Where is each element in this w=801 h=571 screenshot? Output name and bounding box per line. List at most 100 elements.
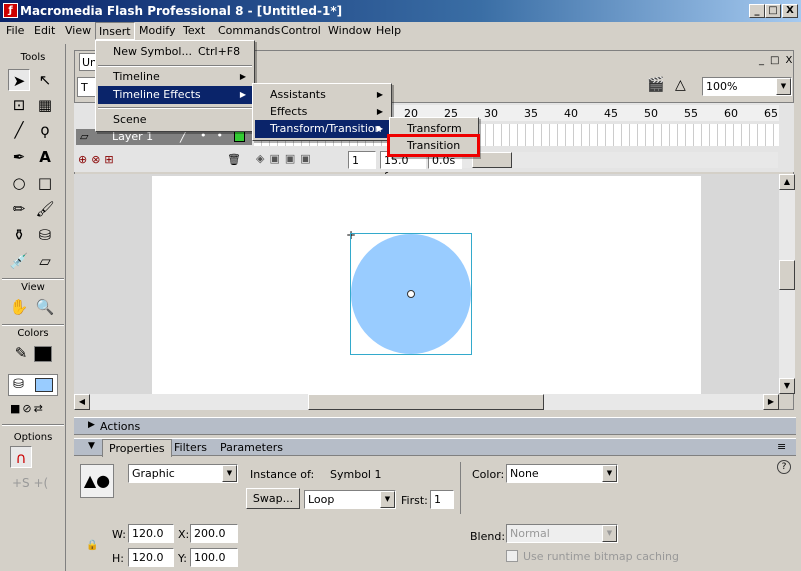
snap-magnet-icon[interactable]: ∩ bbox=[10, 446, 32, 468]
width-input[interactable]: 120.0 bbox=[128, 524, 174, 543]
rectangle-tool-icon[interactable]: □ bbox=[34, 172, 56, 194]
stroke-color-swatch[interactable] bbox=[34, 346, 52, 362]
maximize-button[interactable]: □ bbox=[765, 4, 781, 18]
menu-commands[interactable]: Commands bbox=[218, 24, 280, 37]
pen-tool-icon[interactable]: ✒ bbox=[8, 146, 30, 168]
x-input[interactable]: 200.0 bbox=[190, 524, 238, 543]
chevron-down-icon: ▼ bbox=[222, 465, 237, 482]
loop-select[interactable]: Loop ▼ bbox=[304, 490, 396, 509]
scene-tab[interactable]: T bbox=[77, 77, 97, 97]
blend-label: Blend: bbox=[470, 530, 506, 543]
color-effect-value: None bbox=[510, 467, 539, 480]
lasso-tool-icon[interactable]: ϙ bbox=[34, 119, 56, 141]
zoom-tool-icon[interactable]: 🔍 bbox=[34, 296, 56, 318]
submenu-arrow-icon: ▶ bbox=[376, 124, 383, 133]
height-label: H: bbox=[112, 552, 124, 565]
actions-panel-header[interactable]: ▶ Actions bbox=[74, 417, 796, 435]
x-label: X: bbox=[178, 528, 190, 541]
layer-outline-color[interactable] bbox=[234, 131, 245, 142]
title-bar: ƒ Macromedia Flash Professional 8 - [Unt… bbox=[0, 0, 801, 22]
menu-item-assistants[interactable]: Assistants ▶ bbox=[255, 86, 389, 104]
timeline-hscroll[interactable] bbox=[462, 152, 778, 168]
lock-icon[interactable]: 🔒 bbox=[86, 540, 98, 551]
scroll-up-icon[interactable]: ▲ bbox=[779, 174, 795, 190]
submenu-arrow-icon: ▶ bbox=[239, 90, 246, 99]
text-tool-icon[interactable]: A bbox=[34, 146, 56, 168]
ruler-tick: 45 bbox=[604, 107, 618, 120]
cache-checkbox[interactable] bbox=[506, 550, 518, 562]
scroll-left-icon[interactable]: ◀ bbox=[74, 394, 90, 410]
selection-tool-icon[interactable]: ➤ bbox=[8, 69, 30, 91]
current-frame: 1 bbox=[348, 151, 376, 169]
menu-item-effects[interactable]: Effects ▶ bbox=[255, 103, 389, 121]
tools-divider bbox=[2, 324, 64, 326]
tab-filters[interactable]: Filters bbox=[174, 441, 207, 454]
swap-button[interactable]: Swap... bbox=[246, 488, 300, 509]
menu-edit[interactable]: Edit bbox=[34, 24, 55, 37]
doc-window-controls[interactable]: _□X bbox=[759, 55, 798, 66]
first-frame-label: First: bbox=[401, 494, 428, 507]
menu-item-label: Assistants bbox=[270, 88, 326, 101]
menu-item-timeline[interactable]: Timeline ▶ bbox=[98, 68, 252, 86]
edit-symbols-icon[interactable]: △ bbox=[675, 77, 686, 93]
menu-item-label: Transform/Transition bbox=[270, 122, 382, 135]
menu-item-scene[interactable]: Scene bbox=[98, 111, 252, 129]
brush-tool-icon[interactable]: 🖌 bbox=[34, 198, 56, 220]
ruler-tick: 55 bbox=[684, 107, 698, 120]
scroll-thumb[interactable] bbox=[308, 394, 544, 410]
free-transform-tool-icon[interactable]: ⊡ bbox=[8, 94, 30, 116]
menu-text[interactable]: Text bbox=[183, 24, 205, 37]
help-icon[interactable]: ? bbox=[777, 460, 791, 474]
menu-item-timeline-effects[interactable]: Timeline Effects ▶ bbox=[98, 86, 252, 104]
pencil-tool-icon[interactable]: ✏ bbox=[8, 198, 30, 220]
stage-hscroll[interactable]: ◀ ▶ bbox=[74, 394, 779, 410]
blend-select[interactable]: Normal ▼ bbox=[506, 524, 618, 543]
height-input[interactable]: 120.0 bbox=[128, 548, 174, 567]
menu-file[interactable]: File bbox=[6, 24, 24, 37]
menu-help[interactable]: Help bbox=[376, 24, 401, 37]
fill-color-swatch[interactable] bbox=[35, 378, 53, 392]
subselection-tool-icon[interactable]: ↖ bbox=[34, 69, 56, 91]
close-button[interactable]: X bbox=[782, 4, 798, 18]
oval-tool-icon[interactable]: ○ bbox=[8, 172, 30, 194]
minimize-button[interactable]: _ bbox=[749, 4, 765, 18]
ink-bottle-tool-icon[interactable]: ⚱ bbox=[8, 224, 30, 246]
color-effect-select[interactable]: None ▼ bbox=[506, 464, 618, 483]
eyedropper-tool-icon[interactable]: 💉 bbox=[8, 250, 30, 272]
symbol-behavior-select[interactable]: Graphic ▼ bbox=[128, 464, 238, 483]
stage-vscroll[interactable]: ▲ ▼ bbox=[779, 174, 795, 394]
menu-insert[interactable]: Insert bbox=[95, 22, 135, 40]
color-swap-icons[interactable]: ■⊘⇄ bbox=[10, 402, 45, 415]
y-input[interactable]: 100.0 bbox=[190, 548, 238, 567]
menu-window[interactable]: Window bbox=[328, 24, 371, 37]
menu-item-new-symbol[interactable]: New Symbol... Ctrl+F8 bbox=[98, 43, 252, 61]
menu-bar: File Edit View Insert Modify Text Comman… bbox=[0, 22, 801, 41]
menu-view[interactable]: View bbox=[65, 24, 91, 37]
scroll-thumb[interactable] bbox=[779, 260, 795, 290]
tab-properties[interactable]: Properties bbox=[102, 439, 172, 457]
collapse-arrow-icon[interactable]: ▼ bbox=[88, 441, 95, 451]
width-label: W: bbox=[112, 528, 126, 541]
panel-options-icon[interactable]: ≡ bbox=[777, 440, 786, 453]
scroll-right-icon[interactable]: ▶ bbox=[763, 394, 779, 410]
color-label: Color: bbox=[472, 468, 505, 481]
eraser-tool-icon[interactable]: ▱ bbox=[34, 250, 56, 272]
menu-modify[interactable]: Modify bbox=[139, 24, 175, 37]
onion-skin-icons[interactable]: ◈▣▣▣ bbox=[256, 152, 352, 168]
insert-menu: New Symbol... Ctrl+F8 Timeline ▶ Timelin… bbox=[95, 40, 255, 132]
delete-layer-icon[interactable]: 🗑 bbox=[227, 153, 241, 166]
line-tool-icon[interactable]: ╱ bbox=[8, 119, 30, 141]
stroke-color-icon: ✎ bbox=[14, 344, 28, 362]
zoom-select[interactable]: 100% ▼ bbox=[702, 77, 792, 96]
menu-control[interactable]: Control bbox=[281, 24, 321, 37]
scroll-down-icon[interactable]: ▼ bbox=[779, 378, 795, 394]
first-frame-input[interactable]: 1 bbox=[430, 490, 454, 509]
hand-tool-icon[interactable]: ✋ bbox=[8, 296, 30, 318]
layer-add-icons[interactable]: ⊕⊗⊞ bbox=[78, 153, 118, 166]
submenu-arrow-icon: ▶ bbox=[376, 90, 383, 99]
paint-bucket-tool-icon[interactable]: ⛁ bbox=[34, 224, 56, 246]
menu-item-transform-transition[interactable]: Transform/Transition ▶ bbox=[255, 120, 389, 138]
edit-scene-icon[interactable]: 🎬 bbox=[647, 77, 664, 93]
fill-transform-tool-icon[interactable]: ▦ bbox=[34, 94, 56, 116]
tab-parameters[interactable]: Parameters bbox=[220, 441, 283, 454]
